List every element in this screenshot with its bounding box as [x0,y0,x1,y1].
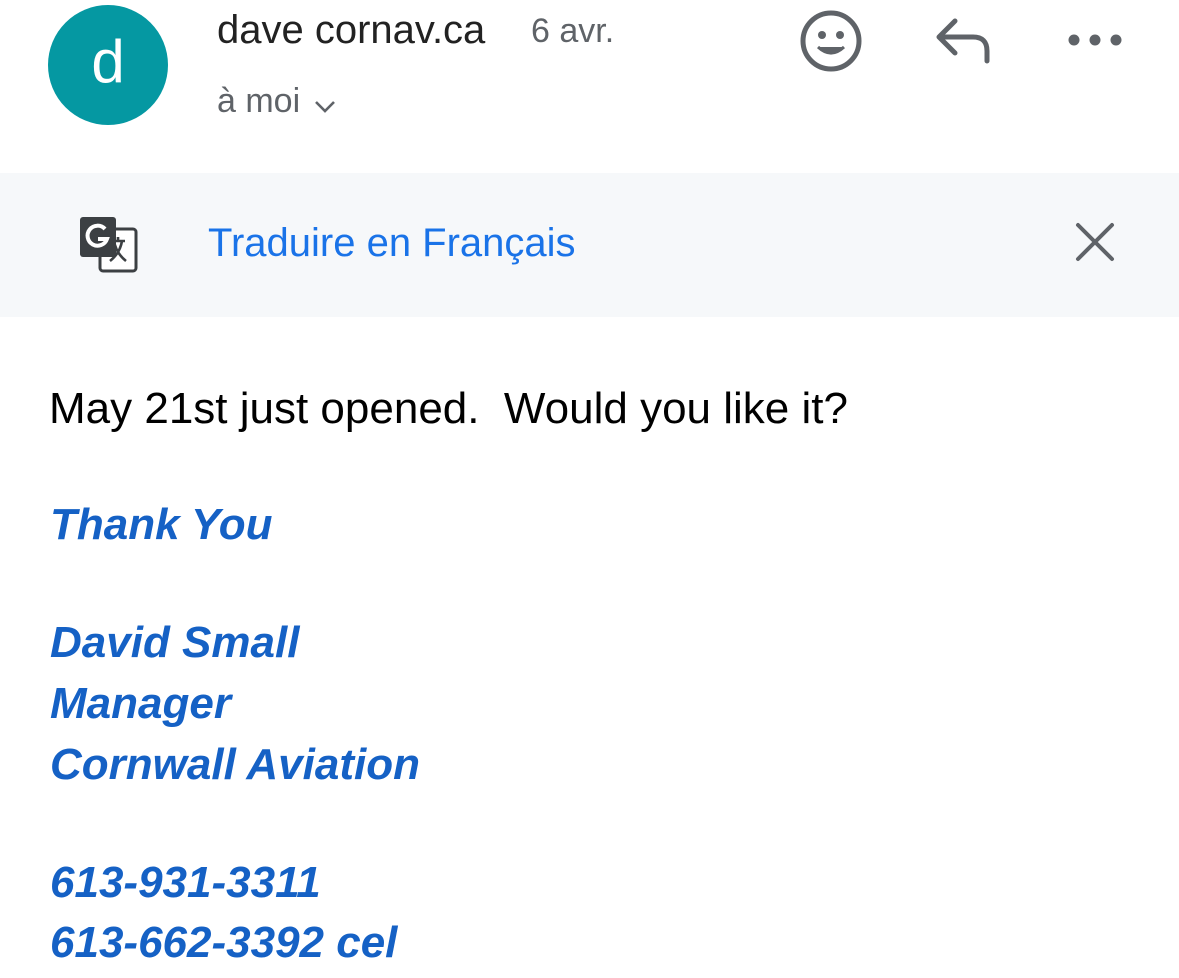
avatar-letter: d [91,28,125,95]
message-header: d dave cornav.ca 6 avr. à moi [0,0,1179,172]
message-body: May 21st just opened. Would you like it? [49,384,848,433]
translate-bar: Traduire en Français [0,173,1179,317]
reply-icon [933,15,993,70]
sender-name[interactable]: dave cornav.ca [217,8,485,53]
close-translate-button[interactable] [1070,219,1120,269]
more-horizontal-icon [1067,33,1123,52]
signature-title: Manager [50,679,231,728]
more-options-button[interactable] [1062,22,1128,62]
recipient-label: à moi [217,82,301,120]
message-date: 6 avr. [531,12,615,50]
reply-button[interactable] [930,14,996,70]
translate-link[interactable]: Traduire en Français [208,221,576,266]
chevron-down-icon [314,84,336,123]
close-icon [1075,222,1115,267]
signature-cell[interactable]: 613-662-3392 cel [50,918,397,968]
signature-name: David Small [50,618,300,667]
recipient-toggle[interactable]: à moi [217,80,336,123]
google-translate-icon [78,215,138,275]
sender-avatar[interactable]: d [48,5,168,125]
signature-closing: Thank You [50,500,273,549]
signature-company: Cornwall Aviation [50,740,420,789]
emoji-smile-icon [799,9,863,78]
add-reaction-button[interactable] [798,10,864,76]
signature-phone[interactable]: 613-931-3311 [50,858,321,908]
